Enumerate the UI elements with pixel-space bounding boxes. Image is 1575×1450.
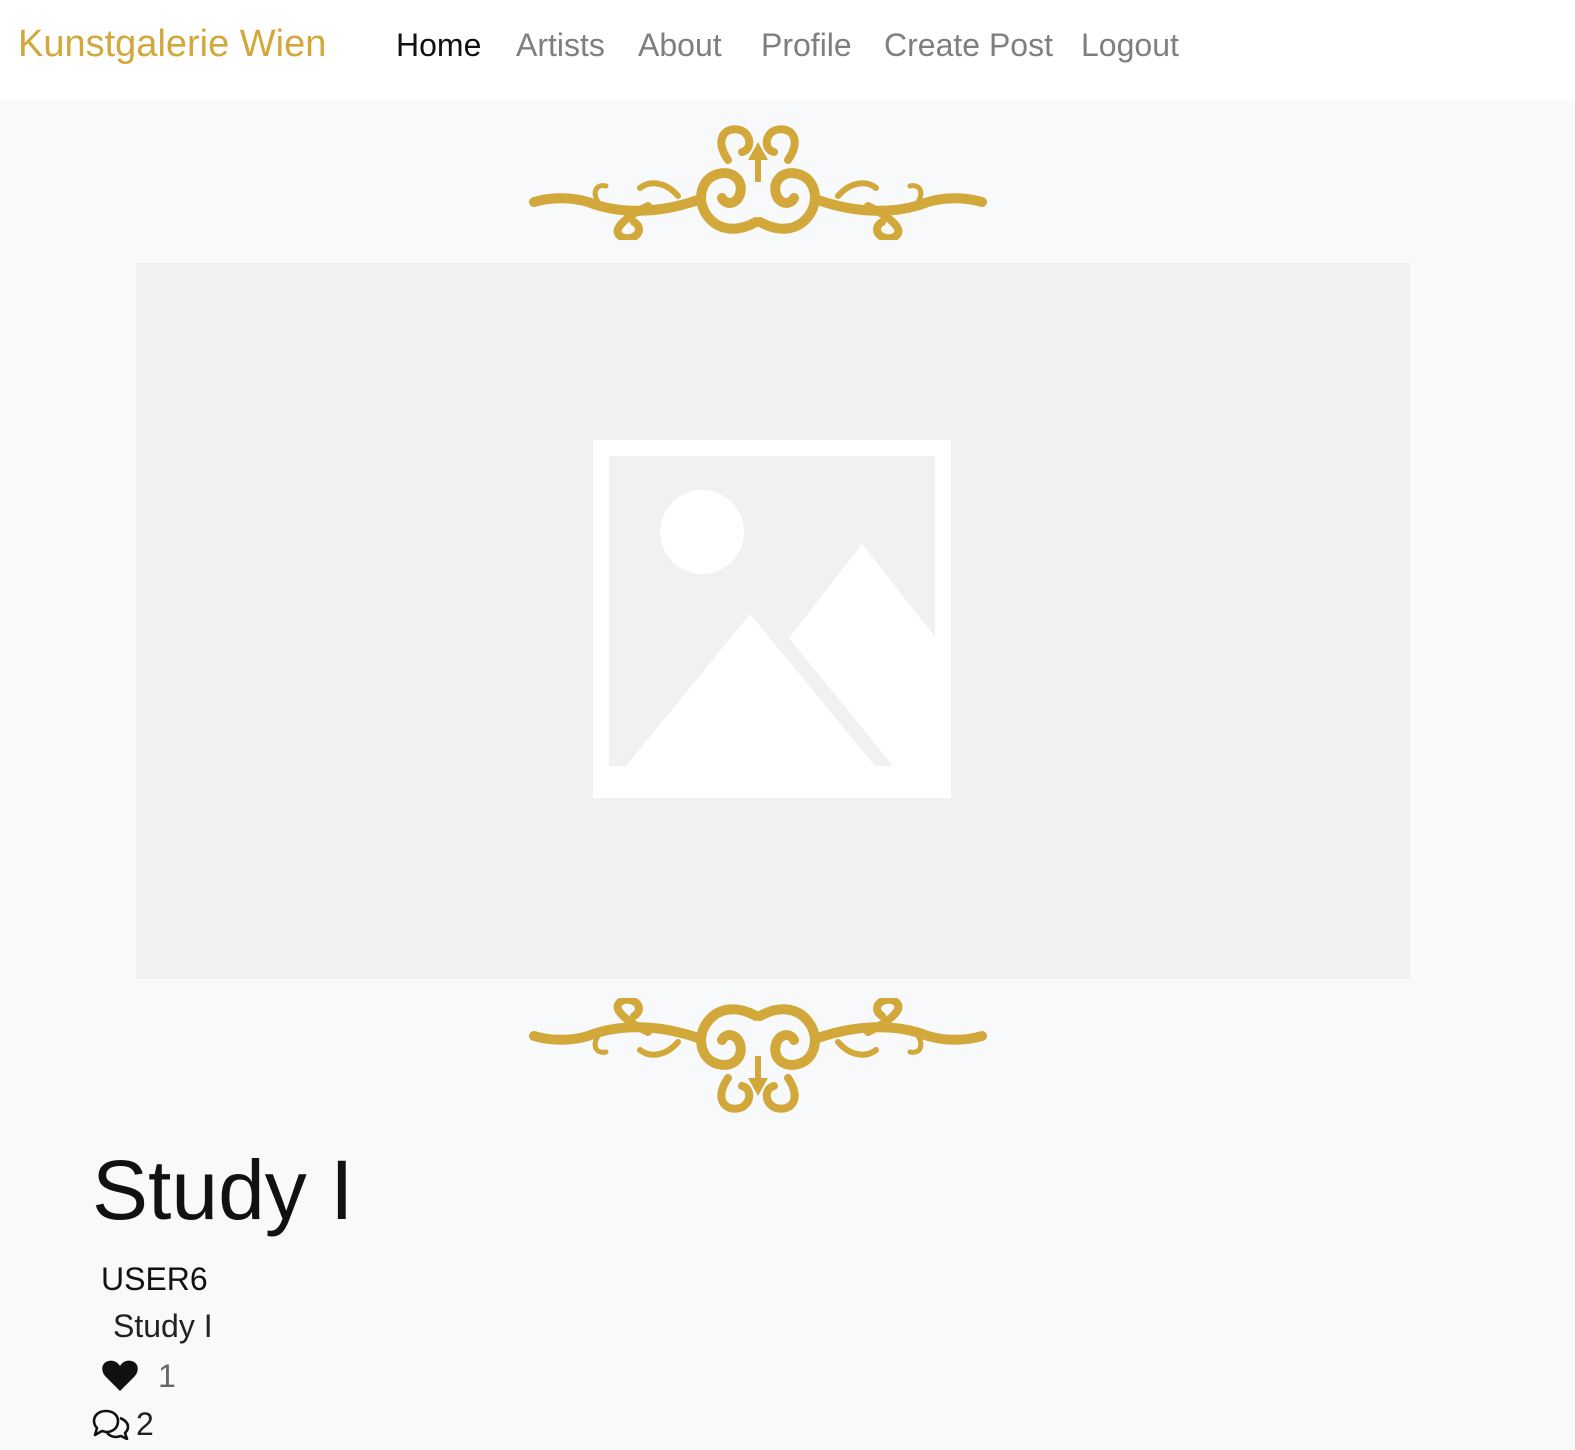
bottom-flourish-ornament bbox=[528, 998, 988, 1116]
artwork-image[interactable] bbox=[136, 263, 1410, 979]
likes-row: 1 bbox=[102, 1356, 176, 1396]
image-placeholder-icon bbox=[593, 440, 951, 798]
nav-link-home[interactable]: Home bbox=[396, 24, 481, 66]
comments-icon[interactable] bbox=[92, 1408, 130, 1440]
nav-link-profile[interactable]: Profile bbox=[761, 24, 852, 66]
like-count: 1 bbox=[158, 1358, 176, 1394]
top-flourish-ornament bbox=[528, 122, 988, 240]
navbar: Kunstgalerie Wien Home Artists About Pro… bbox=[0, 0, 1575, 100]
comment-count: 2 bbox=[136, 1406, 154, 1442]
nav-link-artists[interactable]: Artists bbox=[516, 24, 605, 66]
post-title: Study I bbox=[92, 1143, 354, 1237]
brand-logo[interactable]: Kunstgalerie Wien bbox=[18, 20, 326, 68]
comments-row: 2 bbox=[92, 1404, 154, 1444]
nav-link-logout[interactable]: Logout bbox=[1081, 24, 1179, 66]
post-author-name[interactable]: USER6 bbox=[101, 1259, 208, 1299]
nav-link-create-post[interactable]: Create Post bbox=[884, 24, 1053, 66]
nav-link-about[interactable]: About bbox=[638, 24, 722, 66]
heart-icon[interactable] bbox=[102, 1360, 138, 1392]
post-description: Study I bbox=[113, 1308, 213, 1344]
